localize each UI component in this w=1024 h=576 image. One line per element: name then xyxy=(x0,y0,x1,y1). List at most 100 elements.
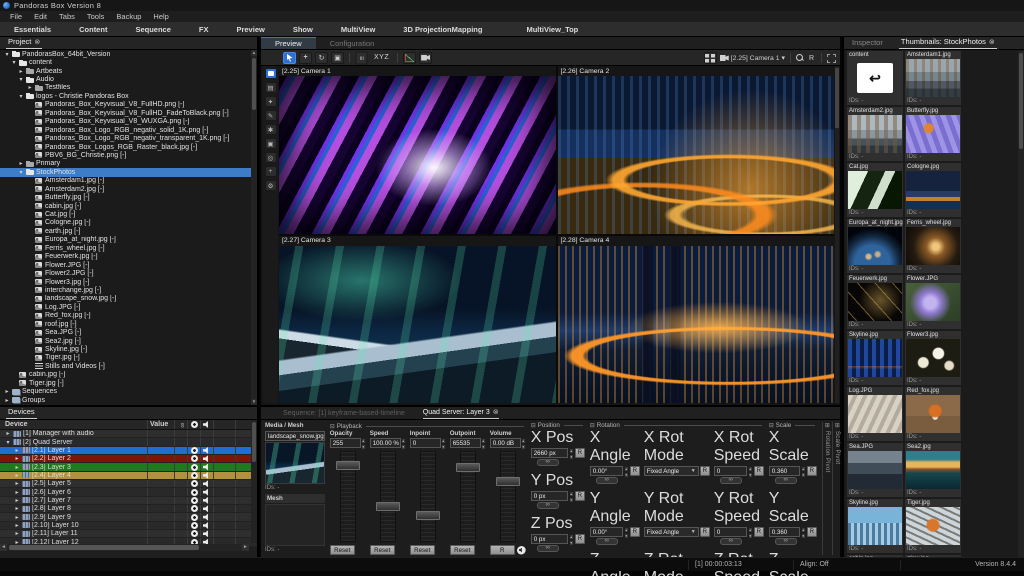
preview-mode-button[interactable] xyxy=(265,68,277,79)
tab-inspector[interactable]: Inspector xyxy=(850,38,885,49)
fader-value-box[interactable]: 255 xyxy=(330,438,361,448)
stepper-buttons[interactable]: ▲▼ xyxy=(401,438,406,448)
tree-item[interactable]: ▾ PandorasBox_64bit_Version xyxy=(0,50,251,58)
rot-mode-dropdown[interactable]: Fixed Angle▼ xyxy=(644,466,699,476)
tree-item[interactable]: Flower3.jpg [-] xyxy=(0,278,251,286)
expand-arrow-icon[interactable]: ▸ xyxy=(14,455,20,462)
thumbnail-tile[interactable]: Skyline.jpg IDs: - xyxy=(847,331,903,385)
scrollbar-thumb[interactable] xyxy=(1019,53,1023,149)
tree-item[interactable]: interchange.jpg [-] xyxy=(0,286,251,294)
side-tool-button[interactable]: ▤ xyxy=(265,82,277,93)
thumbnail-tile[interactable]: Butterfly.jpg IDs: - xyxy=(905,107,961,161)
device-row[interactable]: ▸ [1] Manager with audio xyxy=(0,430,257,438)
tree-item[interactable]: cabin.jpg [-] xyxy=(0,371,251,379)
tree-item[interactable]: landscape_snow.jpg [-] xyxy=(0,295,251,303)
visibility-toggle-icon[interactable] xyxy=(191,472,198,479)
media-value-box[interactable]: landscape_snow.jpg xyxy=(265,431,325,441)
field-value-box[interactable]: 0.360 xyxy=(769,466,800,476)
project-scrollbar[interactable]: ▲ ▼ xyxy=(251,50,257,405)
device-row[interactable]: ▸ [2.4] Layer 4 xyxy=(0,472,257,480)
stepper-buttons[interactable]: ▲▼ xyxy=(521,438,526,448)
menu-item[interactable]: Help xyxy=(147,12,174,21)
visibility-toggle-icon[interactable] xyxy=(191,505,198,512)
thumbnail-image[interactable] xyxy=(848,227,902,265)
tab-badge-icon[interactable]: ⊗ xyxy=(989,38,995,46)
visibility-toggle-icon[interactable] xyxy=(191,489,198,496)
tree-item[interactable]: Red_fox.jpg [-] xyxy=(0,312,251,320)
collapse-group-icon[interactable]: ⊟ xyxy=(531,422,536,429)
collapse-group-icon[interactable]: ⊟ xyxy=(330,423,335,430)
fader-slider[interactable] xyxy=(420,451,436,542)
field-value-box[interactable]: 2660 px xyxy=(531,448,568,458)
reset-button[interactable]: R xyxy=(700,527,710,537)
reset-button[interactable]: Reset xyxy=(370,545,395,555)
reset-button[interactable]: R xyxy=(700,466,710,476)
visibility-toggle-icon[interactable] xyxy=(191,464,198,471)
thumbnail-image[interactable] xyxy=(906,339,960,377)
expand-arrow-icon[interactable]: ▸ xyxy=(5,430,11,437)
thumbnail-tile[interactable]: Red_fox.jpg IDs: - xyxy=(905,387,961,441)
field-value-box[interactable]: 0 xyxy=(714,466,747,476)
camera-image[interactable] xyxy=(558,246,835,404)
thumbnail-tile[interactable]: Sea2.jpg IDs: - xyxy=(905,443,961,497)
tab-project[interactable]: Project ⊗ xyxy=(6,37,42,49)
tree-item[interactable]: Butterfly.jpg [-] xyxy=(0,193,251,201)
menu-item[interactable]: Edit xyxy=(28,12,53,21)
scrollbar-thumb[interactable] xyxy=(252,422,256,462)
preview-scrollbar[interactable] xyxy=(835,66,839,403)
field-value-box[interactable]: 0 px xyxy=(531,491,568,501)
tab-layer-parameters[interactable]: Quad Server: Layer 3 ⊗ xyxy=(423,408,499,419)
tree-item[interactable]: cabin.jpg [-] xyxy=(0,202,251,210)
move-tool-button[interactable]: + xyxy=(299,52,312,64)
reset-button[interactable]: R xyxy=(807,466,817,476)
thumbnail-tile[interactable]: Skyline.jpg IDs: - xyxy=(847,499,903,553)
side-tool-button[interactable]: ✎ xyxy=(265,110,277,121)
thumbnail-tile[interactable]: Tiger.jpg IDs: - xyxy=(905,499,961,553)
collapse-group-icon[interactable]: ⊟ xyxy=(590,422,595,429)
tree-item[interactable]: ▸ Sequences xyxy=(0,388,251,396)
audio-toggle-icon[interactable] xyxy=(203,472,211,479)
tree-item[interactable]: ▾ logos - Christie Pandoras Box xyxy=(0,92,251,100)
stepper-buttons[interactable]: ▲▼ xyxy=(361,438,366,448)
camera-image[interactable] xyxy=(279,246,556,404)
thumbnail-image[interactable] xyxy=(848,339,902,377)
fader-value-box[interactable]: 0.00 dB xyxy=(490,438,521,448)
expand-arrow-icon[interactable]: ▸ xyxy=(27,84,33,91)
expand-arrow-icon[interactable]: ▾ xyxy=(18,76,24,83)
menu-item[interactable]: Tools xyxy=(81,12,111,21)
tree-item[interactable]: Flower.JPG [-] xyxy=(0,261,251,269)
reset-button[interactable]: R xyxy=(575,448,585,458)
tab-badge-icon[interactable]: ⊗ xyxy=(34,38,40,46)
device-row[interactable]: ▸ [2.10] Layer 10 xyxy=(0,522,257,530)
search-icon[interactable] xyxy=(796,54,804,62)
stepper-buttons[interactable]: ▲▼ xyxy=(569,534,574,544)
expand-arrow-icon[interactable]: ▸ xyxy=(14,464,20,471)
expand-arrow-icon[interactable]: ▸ xyxy=(14,489,20,496)
device-row[interactable]: ▸ [2.3] Layer 3 xyxy=(0,463,257,471)
workspace-tab[interactable]: 3D ProjectionMapping xyxy=(389,25,496,34)
expand-group-icon[interactable]: ⊞ xyxy=(835,422,840,429)
reset-button[interactable]: Reset xyxy=(410,545,435,555)
tree-item[interactable]: Feuerwerk.jpg [-] xyxy=(0,253,251,261)
expand-arrow-icon[interactable]: ▸ xyxy=(14,505,20,512)
device-row[interactable]: ▸ [2.2] Layer 2 xyxy=(0,455,257,463)
tree-item[interactable]: Cologne.jpg [-] xyxy=(0,219,251,227)
tree-item[interactable]: Skyline.jpg [-] xyxy=(0,345,251,353)
expand-arrow-icon[interactable]: ▾ xyxy=(18,169,24,176)
link-keyframe-icon[interactable]: ∞ xyxy=(775,477,797,484)
thumbnail-tile[interactable]: content ↩ IDs: - xyxy=(847,51,903,105)
tab-preview[interactable]: Preview xyxy=(261,37,316,49)
thumbnail-image[interactable]: ↩ xyxy=(857,63,893,93)
tree-item[interactable]: Pandoras_Box_Logo_RGB_negativ_transparen… xyxy=(0,134,251,142)
thumbnail-image[interactable] xyxy=(848,171,902,209)
thumbnail-tile[interactable]: Amsterdam2.jpg IDs: - xyxy=(847,107,903,161)
expand-arrow-icon[interactable]: ▾ xyxy=(11,59,17,66)
reset-view-button[interactable]: R xyxy=(807,55,816,62)
audio-toggle-icon[interactable] xyxy=(203,455,211,462)
link-keyframe-icon[interactable]: ∞ xyxy=(596,538,618,545)
link-keyframe-icon[interactable]: ∞ xyxy=(720,538,742,545)
side-tool-button[interactable]: + xyxy=(265,166,277,177)
side-tool-button[interactable]: ✱ xyxy=(265,124,277,135)
camera-view[interactable]: [2.25] Camera 1 xyxy=(279,66,556,234)
expand-arrow-icon[interactable]: ▾ xyxy=(18,93,24,100)
